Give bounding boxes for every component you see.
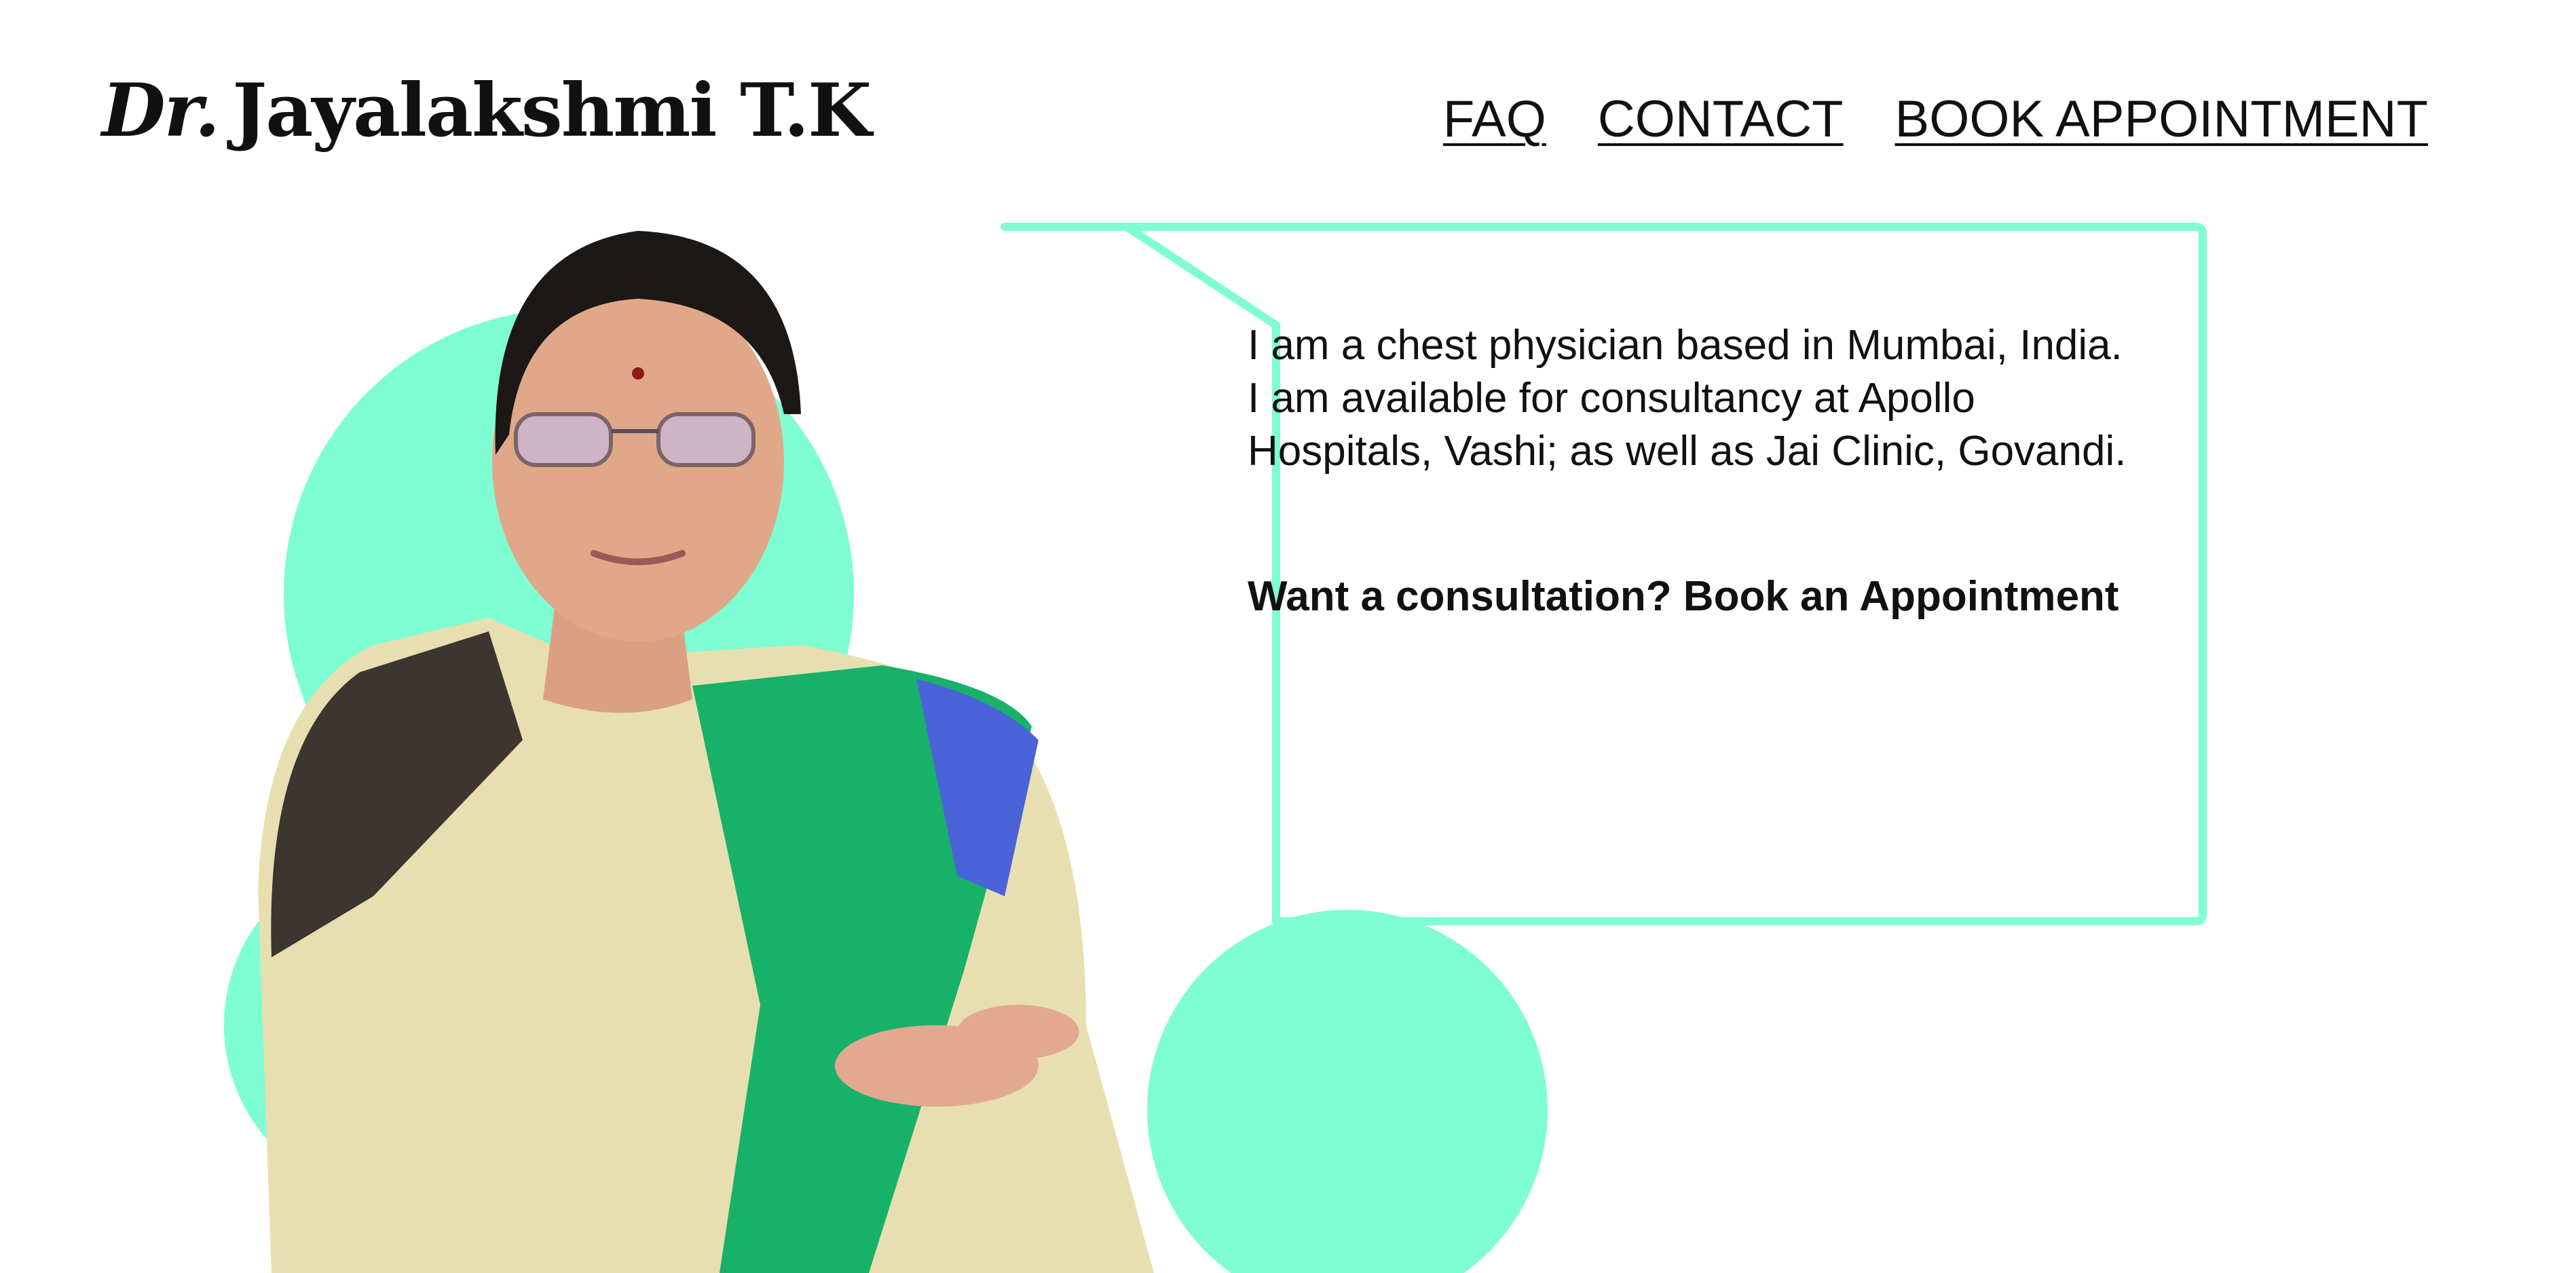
book-appointment-cta[interactable]: Want a consultation? Book an Appointment xyxy=(1248,570,2144,623)
doctor-portrait-icon xyxy=(204,210,1256,1273)
nav-contact-link[interactable]: CONTACT xyxy=(1598,90,1844,149)
main-nav: FAQ CONTACT BOOK APPOINTMENT xyxy=(1443,90,2428,149)
nav-book-appointment-link[interactable]: BOOK APPOINTMENT xyxy=(1895,90,2428,149)
nav-faq-link[interactable]: FAQ xyxy=(1443,90,1546,149)
bio-text: I am a chest physician based in Mumbai, … xyxy=(1248,322,2127,475)
site-title[interactable]: Dr. Jayalakshmi T.K xyxy=(102,68,872,153)
title-name: Jayalakshmi T.K xyxy=(232,68,872,153)
title-prefix: Dr. xyxy=(102,68,220,153)
doctor-portrait-illustration xyxy=(258,231,1154,1273)
page: Dr. Jayalakshmi T.K FAQ CONTACT BOOK APPO… xyxy=(0,0,2576,1273)
